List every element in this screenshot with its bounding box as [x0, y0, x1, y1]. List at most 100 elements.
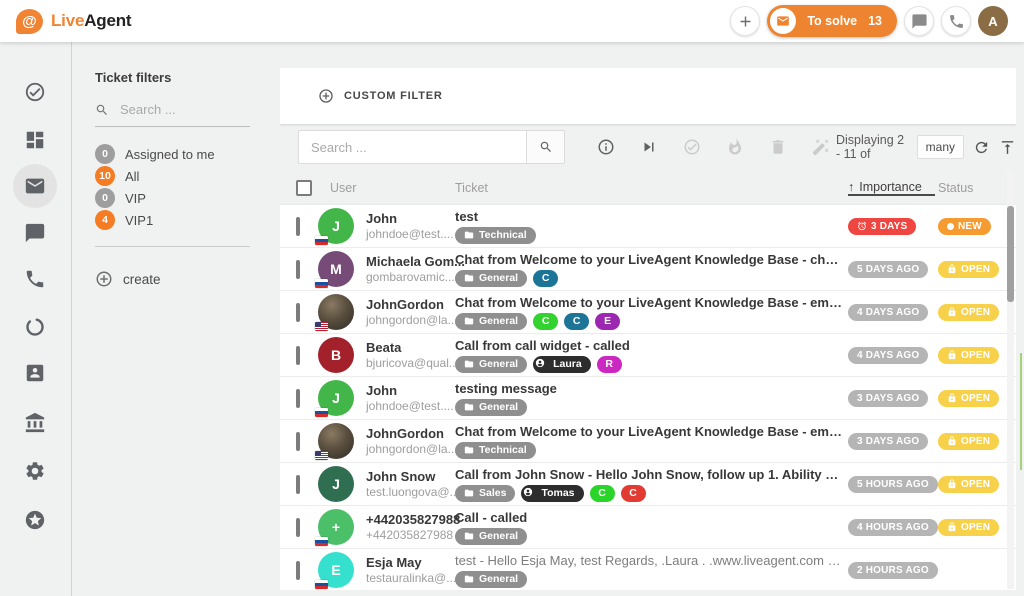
ticket-row[interactable]: E Esja May testauralinka@... test - Hell… [280, 549, 1016, 590]
status-badge[interactable]: OPEN [938, 304, 999, 321]
department-tag[interactable]: Technical [455, 442, 536, 459]
ticket-title[interactable]: Call - called [455, 510, 848, 525]
department-tag[interactable]: General [455, 356, 527, 373]
column-importance[interactable]: ↑Importance [848, 180, 935, 196]
sidebar-item-calls[interactable] [13, 257, 57, 301]
department-tag[interactable]: General [455, 313, 527, 330]
filters-search-input[interactable]: Search ... [95, 102, 250, 127]
refresh-button[interactable] [973, 132, 990, 162]
row-checkbox[interactable] [296, 303, 300, 322]
ticket-tags: Sales Tomas CC [455, 485, 848, 502]
department-tag[interactable]: General [455, 399, 527, 416]
tickets-main: CUSTOM FILTER Displaying 2 - 11 of many … [280, 68, 1016, 590]
bank-icon [24, 412, 46, 434]
ticket-row[interactable]: B Beata bjuricova@qual... Call from call… [280, 334, 1016, 377]
delete-button[interactable] [763, 132, 793, 162]
status-badge[interactable]: OPEN [938, 433, 999, 450]
status-badge[interactable]: OPEN [938, 519, 999, 536]
sidebar-item-contacts[interactable] [13, 351, 57, 395]
row-checkbox[interactable] [296, 217, 300, 236]
sort-arrow-icon: ↑ [848, 180, 854, 194]
user-avatar[interactable]: A [978, 6, 1008, 36]
sidebar-item-chats[interactable] [13, 211, 57, 255]
info-button[interactable] [591, 132, 621, 162]
department-tag[interactable]: Technical [455, 227, 536, 244]
status-badge[interactable]: OPEN [938, 347, 999, 364]
tickets-search-input[interactable] [298, 130, 526, 164]
department-tag[interactable]: General [455, 270, 527, 287]
sidebar-item-academy[interactable] [13, 401, 57, 445]
department-tag[interactable]: Sales [455, 485, 515, 502]
ticket-title[interactable]: Chat from Welcome to your LiveAgent Know… [455, 295, 848, 310]
ticket-row[interactable]: M Michaela Gom... gombarovamic... Chat f… [280, 248, 1016, 291]
page-size-select[interactable]: many [917, 135, 964, 159]
ticket-row[interactable]: + +442035827988 +442035827988 Call - cal… [280, 506, 1016, 549]
select-all-checkbox[interactable] [296, 180, 312, 196]
row-checkbox[interactable] [296, 475, 300, 494]
status-badge[interactable]: OPEN [938, 261, 999, 278]
label-tag[interactable]: C [533, 270, 558, 287]
status-badge[interactable]: OPEN [938, 390, 999, 407]
add-new-button[interactable] [730, 6, 760, 36]
sidebar-item-reports[interactable] [13, 305, 57, 349]
ticket-title[interactable]: test - Hello Esja May, test Regards, .La… [455, 553, 848, 568]
filter-item-all[interactable]: 10All [95, 165, 280, 187]
sidebar-item-settings[interactable] [13, 449, 57, 493]
ticket-title[interactable]: Chat from Welcome to your LiveAgent Know… [455, 252, 848, 267]
sidebar-item-upgrade[interactable] [13, 498, 57, 542]
ticket-title[interactable]: testing message [455, 381, 848, 396]
ticket-title[interactable]: Call from call widget - called [455, 338, 848, 353]
label-tag[interactable]: E [595, 313, 620, 330]
sidebar-item-tickets[interactable] [13, 164, 57, 208]
urgency-button[interactable] [720, 132, 750, 162]
sidebar-item-resolve[interactable] [13, 70, 57, 114]
sidebar-item-dashboard[interactable] [13, 118, 57, 162]
label-tag[interactable]: C [564, 313, 589, 330]
dashboard-icon [24, 129, 46, 151]
chats-button[interactable] [904, 6, 934, 36]
department-tag[interactable]: General [455, 571, 527, 588]
ticket-row[interactable]: J John johndoe@test.... testing message … [280, 377, 1016, 420]
row-checkbox[interactable] [296, 260, 300, 279]
filter-item-vip1[interactable]: 4VIP1 [95, 209, 280, 231]
calls-button[interactable] [941, 6, 971, 36]
ticket-row[interactable]: JohnGordon johngordon@la... Chat from We… [280, 291, 1016, 334]
resolve-next-button[interactable] [634, 132, 664, 162]
tickets-search-button[interactable] [526, 130, 565, 164]
status-badge[interactable]: NEW [938, 218, 991, 235]
create-filter-button[interactable]: create [95, 270, 280, 288]
ticket-tags: General Laura R [455, 356, 848, 373]
folder-icon [464, 359, 474, 369]
column-status[interactable]: Status [935, 170, 1016, 205]
department-tag[interactable]: General [455, 528, 527, 545]
label-tag[interactable]: R [597, 356, 622, 373]
ticket-title[interactable]: Chat from Welcome to your LiveAgent Know… [455, 424, 848, 439]
row-checkbox[interactable] [296, 389, 300, 408]
ticket-row[interactable]: JohnGordon johngordon@la... Chat from We… [280, 420, 1016, 463]
status-badge[interactable]: ANS... [938, 562, 1001, 579]
filter-item-assigned-to-me[interactable]: 0Assigned to me [95, 143, 280, 165]
ticket-row[interactable]: J John johndoe@test.... test Technical 3… [280, 205, 1016, 248]
mark-resolved-button[interactable] [677, 132, 707, 162]
agent-tag[interactable]: Tomas [521, 485, 583, 502]
mass-action-button[interactable] [806, 132, 836, 162]
importance-badge: 3 DAYS [848, 218, 916, 235]
row-checkbox[interactable] [296, 432, 300, 451]
filter-count-badge: 10 [95, 166, 115, 186]
ticket-row[interactable]: J John Snow test.luongova@... Call from … [280, 463, 1016, 506]
row-checkbox[interactable] [296, 346, 300, 365]
status-badge[interactable]: OPEN [938, 476, 999, 493]
label-tag[interactable]: C [590, 485, 615, 502]
scroll-top-button[interactable] [999, 132, 1016, 162]
custom-filter-button[interactable]: CUSTOM FILTER [344, 90, 443, 102]
ticket-title[interactable]: test [455, 209, 848, 224]
label-tag[interactable]: C [621, 485, 646, 502]
label-tag[interactable]: C [533, 313, 558, 330]
filter-item-vip[interactable]: 0VIP [95, 187, 280, 209]
to-solve-button[interactable]: To solve 13 [767, 5, 897, 37]
ticket-title[interactable]: Call from John Snow - Hello John Snow, f… [455, 467, 848, 482]
row-checkbox[interactable] [296, 518, 300, 537]
scrollbar-thumb[interactable] [1007, 206, 1014, 302]
row-checkbox[interactable] [296, 561, 300, 580]
agent-tag[interactable]: Laura [533, 356, 591, 373]
